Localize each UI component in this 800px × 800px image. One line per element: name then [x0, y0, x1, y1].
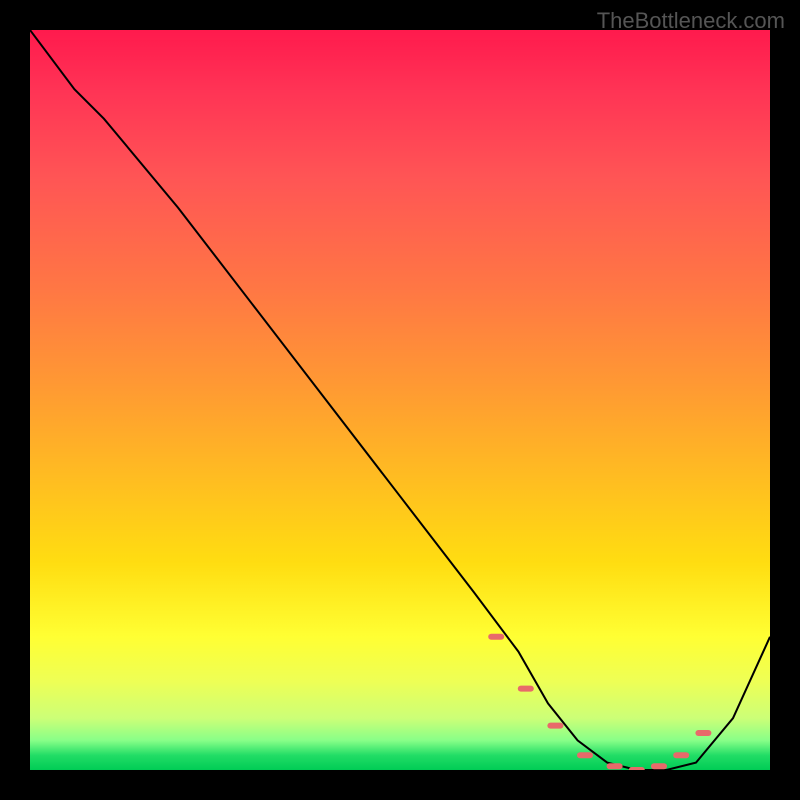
marker-dot — [547, 723, 563, 729]
marker-dot — [695, 730, 711, 736]
curve-line — [30, 30, 770, 770]
marker-dot — [629, 767, 645, 770]
chart-plot-area — [30, 30, 770, 770]
marker-dot — [518, 686, 534, 692]
watermark-text: TheBottleneck.com — [597, 8, 785, 34]
marker-dot — [651, 763, 667, 769]
marker-dot — [488, 634, 504, 640]
marker-group — [488, 634, 711, 770]
marker-dot — [577, 752, 593, 758]
marker-dot — [673, 752, 689, 758]
chart-svg — [30, 30, 770, 770]
marker-dot — [607, 763, 623, 769]
